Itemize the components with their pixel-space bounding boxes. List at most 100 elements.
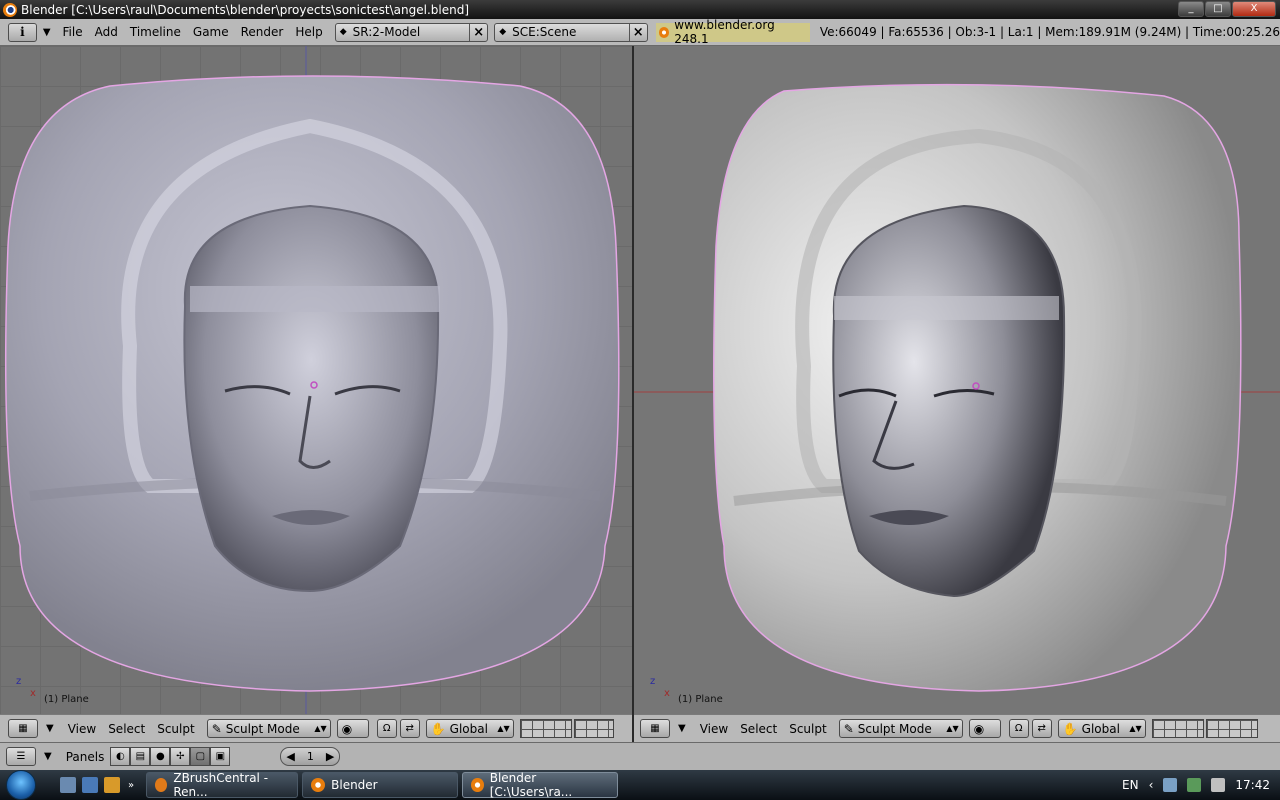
menu-timeline[interactable]: Timeline (130, 25, 181, 39)
scene-name[interactable]: SCE:Scene (512, 25, 576, 39)
shading-dropdown[interactable]: ◉ (336, 719, 369, 738)
taskbar-item-blender[interactable]: Blender (302, 772, 459, 798)
blender-url-badge[interactable]: www.blender.org 248.1 (655, 18, 810, 46)
menu-select[interactable]: Select (740, 722, 777, 736)
blender-logo-icon (311, 778, 326, 792)
pivot-button[interactable]: Ω (1008, 719, 1029, 738)
frame-value[interactable]: 1 (307, 750, 314, 763)
grid-icon: ▦ (18, 723, 28, 734)
tray-expand-icon[interactable]: ‹ (1149, 778, 1154, 792)
scene-browse-icon[interactable]: ◆ (499, 27, 506, 37)
media-player-icon[interactable] (104, 777, 120, 793)
shading-dropdown[interactable]: ◉ (968, 719, 1001, 738)
menu-sculpt[interactable]: Sculpt (157, 722, 194, 736)
headband (190, 286, 440, 312)
editor-type-button[interactable]: ▦ (640, 719, 670, 738)
screen-browse-icon[interactable]: ◆ (340, 27, 347, 37)
volume-icon[interactable] (1211, 778, 1226, 792)
mode-label[interactable]: Sculpt Mode (226, 722, 300, 736)
frame-increment-icon[interactable]: ▶ (326, 750, 334, 763)
clock[interactable]: 17:42 (1235, 778, 1270, 792)
orientation-label[interactable]: Global (450, 722, 488, 736)
show-desktop-icon[interactable] (60, 777, 76, 793)
menu-game[interactable]: Game (193, 25, 229, 39)
menu-view[interactable]: View (68, 722, 96, 736)
shading-context-icon[interactable]: ● (150, 747, 171, 766)
menu-file[interactable]: File (63, 25, 83, 39)
pivot-button[interactable]: Ω (376, 719, 397, 738)
task-label: Blender (331, 778, 378, 792)
layer-buttons-b[interactable] (1205, 719, 1258, 738)
mode-dropdown[interactable]: ✎ Sculpt Mode ▲▼ (206, 719, 331, 738)
orientation-label[interactable]: Global (1082, 722, 1120, 736)
layer-buttons-b[interactable] (573, 719, 614, 738)
panels-menu[interactable]: Panels (66, 750, 105, 764)
switch-windows-icon[interactable] (82, 777, 98, 793)
editing-context-icon[interactable]: ▢ (190, 747, 211, 766)
mode-label[interactable]: Sculpt Mode (858, 722, 932, 736)
scene-delete-icon[interactable]: × (628, 23, 647, 41)
system-tray: EN ‹ 17:42 (1122, 778, 1280, 792)
screen-selector[interactable]: ◆ SR:2-Model × (334, 22, 489, 42)
menu-render[interactable]: Render (241, 25, 284, 39)
object-context-icon[interactable]: ✢ (170, 747, 191, 766)
transform-widget-button[interactable]: ⇄ (399, 719, 420, 738)
taskbar-item-zbrush[interactable]: ZBrushCentral - Ren... (146, 771, 299, 799)
scene-context-icon[interactable]: ▣ (210, 747, 231, 766)
network-icon[interactable] (1163, 778, 1178, 792)
shading-icon: ◉ (973, 721, 985, 736)
menu-view[interactable]: View (700, 722, 728, 736)
mode-dropdown[interactable]: ✎ Sculpt Mode ▲▼ (838, 719, 963, 738)
sculpt-mesh-right[interactable] (634, 46, 1280, 714)
collapse-arrow-icon[interactable]: ▼ (43, 27, 51, 38)
close-button[interactable]: X (1232, 1, 1276, 17)
menu-sculpt[interactable]: Sculpt (789, 722, 826, 736)
chevron-icon[interactable]: » (128, 780, 134, 791)
layer-buttons-a[interactable] (519, 719, 572, 738)
active-object-label: (1) Plane (44, 694, 89, 705)
task-label: Blender [C:\Users\ra... (489, 771, 573, 799)
editor-type-button[interactable]: ☰ (6, 747, 36, 766)
viewport-right[interactable]: z x (1) Plane (634, 46, 1280, 714)
info-window-type-button[interactable]: i (8, 22, 37, 42)
active-object-label: (1) Plane (678, 694, 723, 705)
editor-type-button[interactable]: ▦ (8, 719, 38, 738)
start-button[interactable] (0, 770, 42, 800)
dropdown-arrow-icon: ▲▼ (314, 724, 327, 733)
face-sculpt[interactable] (832, 204, 1066, 598)
windows-taskbar: » ZBrushCentral - Ren... Blender Blender… (0, 770, 1280, 800)
script-context-icon[interactable]: ▤ (130, 747, 151, 766)
face-sculpt[interactable] (183, 204, 440, 593)
screen-delete-icon[interactable]: × (469, 23, 487, 41)
scene-selector[interactable]: ◆ SCE:Scene × (494, 22, 648, 42)
blender-url[interactable]: www.blender.org 248.1 (674, 18, 807, 46)
maximize-button[interactable]: □ (1205, 1, 1231, 17)
screen-name[interactable]: SR:2-Model (353, 25, 421, 39)
window-title: Blender [C:\Users\raul\Documents\blender… (21, 2, 470, 17)
transform-widget-button[interactable]: ⇄ (1031, 719, 1052, 738)
collapse-arrow-icon[interactable]: ▼ (46, 723, 54, 734)
frame-number-field[interactable]: ◀ 1 ▶ (280, 747, 341, 766)
security-icon[interactable] (1187, 778, 1202, 792)
window-titlebar: Blender [C:\Users\raul\Documents\blender… (0, 0, 1280, 19)
menu-select[interactable]: Select (108, 722, 145, 736)
taskbar-item-blender-active[interactable]: Blender [C:\Users\ra... (462, 771, 619, 799)
info-icon: i (20, 25, 25, 39)
collapse-arrow-icon[interactable]: ▼ (44, 751, 52, 762)
minimize-button[interactable]: _ (1178, 1, 1204, 17)
windows-orb-icon (6, 770, 36, 800)
orientation-dropdown[interactable]: ✋ Global ▲▼ (1057, 719, 1146, 738)
menu-help[interactable]: Help (295, 25, 322, 39)
viewport-left[interactable]: z x (1) Plane (0, 46, 632, 714)
orientation-dropdown[interactable]: ✋ Global ▲▼ (425, 719, 514, 738)
frame-decrement-icon[interactable]: ◀ (286, 750, 294, 763)
logic-context-icon[interactable]: ◐ (110, 747, 131, 766)
blender-logo-icon (3, 2, 17, 17)
sculpt-mesh-left[interactable] (0, 46, 632, 714)
task-label: ZBrushCentral - Ren... (173, 771, 269, 799)
collapse-arrow-icon[interactable]: ▼ (678, 723, 686, 734)
pivot-icon: Ω (382, 723, 391, 734)
menu-add[interactable]: Add (95, 25, 118, 39)
language-indicator[interactable]: EN (1122, 778, 1139, 792)
layer-buttons-a[interactable] (1151, 719, 1204, 738)
